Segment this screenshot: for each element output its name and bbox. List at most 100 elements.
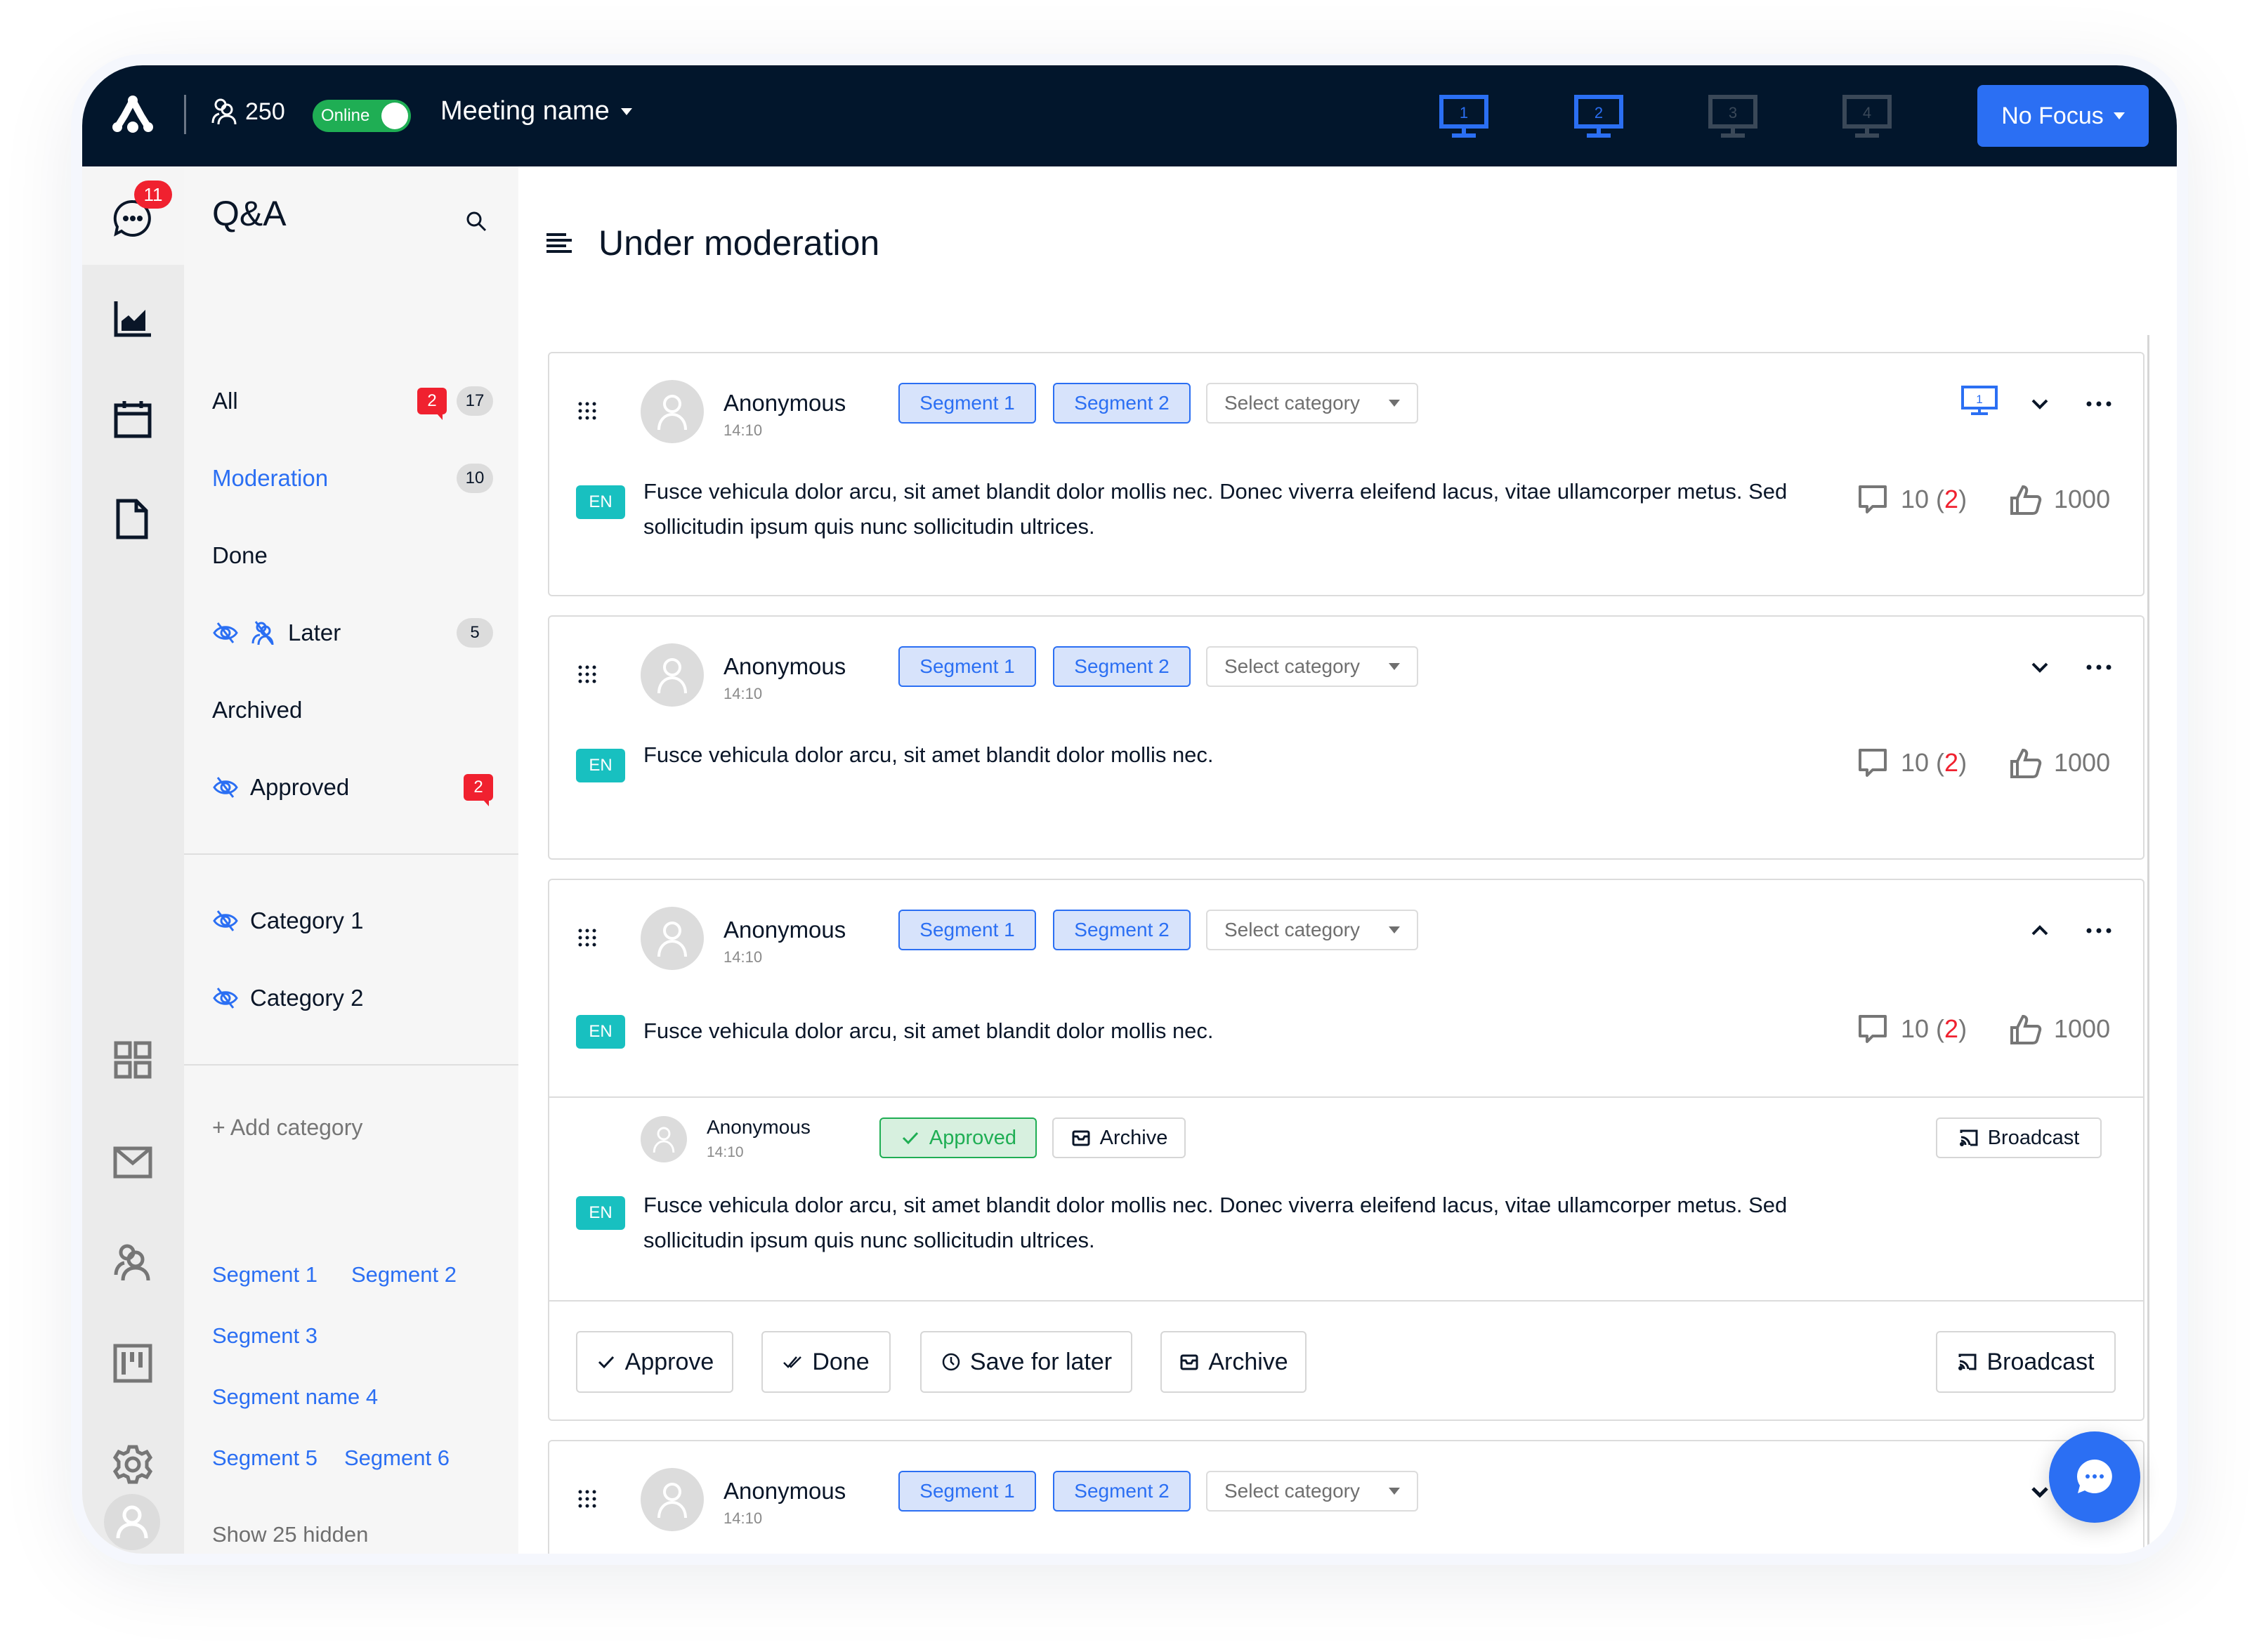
done-button[interactable]: Done <box>761 1331 891 1393</box>
category-select-placeholder: Select category <box>1224 1480 1360 1502</box>
nav-item-all[interactable]: All 2 17 <box>212 380 493 422</box>
nav-item-label: Moderation <box>212 465 329 491</box>
more-options-icon[interactable] <box>2082 650 2116 684</box>
show-hidden-link[interactable]: Show 25 hidden <box>212 1522 368 1547</box>
rail-calendar[interactable] <box>112 398 154 440</box>
archive-box-icon <box>1180 1354 1198 1370</box>
broadcast-button[interactable]: Broadcast <box>1936 1331 2116 1393</box>
list-menu-icon[interactable] <box>545 229 573 257</box>
segment-tag[interactable]: Segment 1 <box>898 383 1036 424</box>
chat-fab-button[interactable] <box>2049 1431 2140 1523</box>
rail-dashboard[interactable] <box>112 1039 154 1081</box>
segment-tag[interactable]: Segment 2 <box>1053 1471 1191 1512</box>
screen-4-button[interactable]: 4 <box>1842 95 1892 140</box>
question-card-expanded: Anonymous 14:10 Segment 1 Segment 2 Sele… <box>548 879 2145 1421</box>
caret-down-icon <box>1389 1488 1400 1495</box>
category-select[interactable]: Select category <box>1206 910 1418 950</box>
nav-item-approved[interactable]: Approved 2 <box>212 766 493 808</box>
likes-count[interactable]: 1000 <box>2009 746 2110 780</box>
category-item[interactable]: Category 1 <box>212 900 493 942</box>
drag-handle-icon[interactable] <box>576 400 598 422</box>
top-bar: 250 Online Meeting name 1 2 3 4 No Focus <box>82 65 2177 166</box>
app-window: 250 Online Meeting name 1 2 3 4 No Focus… <box>82 65 2177 1554</box>
screen-2-button[interactable]: 2 <box>1574 95 1623 140</box>
segment-tag[interactable]: Segment 1 <box>898 1471 1036 1512</box>
category-select[interactable]: Select category <box>1206 1471 1418 1512</box>
question-card: Anonymous 14:10 Segment 1 Segment 2 Sele… <box>548 352 2145 596</box>
screen-label: 4 <box>1863 104 1871 122</box>
category-select[interactable]: Select category <box>1206 383 1418 424</box>
rail-settings[interactable] <box>112 1443 154 1486</box>
likes-count[interactable]: 1000 <box>2009 483 2110 516</box>
on-screen-monitor-icon[interactable]: 1 <box>1961 386 1998 418</box>
user-icon <box>657 1483 687 1518</box>
chevron-down-icon[interactable] <box>2023 650 2057 684</box>
reply-text: Fusce vehicula dolor arcu, sit amet blan… <box>643 1193 1788 1252</box>
screen-1-button[interactable]: 1 <box>1439 95 1488 140</box>
online-toggle[interactable]: Online <box>313 100 411 132</box>
segment-tag[interactable]: Segment 2 <box>1053 383 1191 424</box>
segment-link[interactable]: Segment name 4 <box>212 1384 378 1410</box>
drag-handle-icon[interactable] <box>576 1488 598 1510</box>
category-select[interactable]: Select category <box>1206 646 1418 687</box>
rail-board[interactable] <box>112 1342 154 1384</box>
eye-off-icon[interactable] <box>212 986 239 1010</box>
segment-link[interactable]: Segment 6 <box>344 1446 450 1471</box>
alert-badge: 2 <box>464 774 493 806</box>
rail-analytics[interactable] <box>112 297 154 339</box>
eye-off-icon[interactable] <box>212 909 239 933</box>
caret-down-icon <box>1389 400 1400 407</box>
screen-3-button[interactable]: 3 <box>1708 95 1757 140</box>
chevron-up-icon[interactable] <box>2023 914 2057 948</box>
archive-label: Archive <box>1208 1348 1288 1375</box>
focus-dropdown[interactable]: No Focus <box>1977 85 2149 147</box>
search-icon[interactable] <box>465 210 487 232</box>
users-icon <box>211 98 237 125</box>
reply-archive-button[interactable]: Archive <box>1052 1117 1186 1158</box>
segment-tag[interactable]: Segment 2 <box>1053 910 1191 950</box>
app-logo-icon[interactable] <box>112 95 154 134</box>
more-options-icon[interactable] <box>2082 387 2116 421</box>
attendee-count[interactable]: 250 <box>211 98 285 126</box>
add-category-button[interactable]: + Add category <box>212 1115 362 1141</box>
approve-button[interactable]: Approve <box>576 1331 733 1393</box>
profile-avatar[interactable] <box>104 1494 160 1550</box>
alert-badge: 2 <box>417 388 447 420</box>
rail-users[interactable] <box>112 1241 154 1283</box>
category-label: Category 2 <box>250 985 364 1011</box>
category-item[interactable]: Category 2 <box>212 977 493 1019</box>
scrollbar-track[interactable] <box>2147 335 2149 1554</box>
reply-author-avatar <box>641 1116 687 1162</box>
reply-broadcast-button[interactable]: Broadcast <box>1936 1117 2102 1158</box>
chevron-down-icon[interactable] <box>2023 387 2057 421</box>
nav-item-moderation[interactable]: Moderation 10 <box>212 457 493 499</box>
drag-handle-icon[interactable] <box>576 926 598 949</box>
segment-link[interactable]: Segment 1 <box>212 1262 317 1287</box>
segment-tag[interactable]: Segment 1 <box>898 910 1036 950</box>
rail-mail[interactable] <box>112 1141 154 1184</box>
segment-link[interactable]: Segment 5 <box>212 1446 317 1471</box>
cast-icon <box>1959 1129 1978 1146</box>
segment-link[interactable]: Segment 3 <box>212 1323 317 1349</box>
comments-new: 2 <box>1944 1014 1959 1043</box>
segment-tag[interactable]: Segment 1 <box>898 646 1036 687</box>
approved-status-button[interactable]: Approved <box>879 1117 1037 1158</box>
segment-tag[interactable]: Segment 2 <box>1053 646 1191 687</box>
segment-link[interactable]: Segment 2 <box>351 1262 457 1287</box>
archive-button[interactable]: Archive <box>1160 1331 1307 1393</box>
likes-count[interactable]: 1000 <box>2009 1012 2110 1046</box>
nav-item-archived[interactable]: Archived <box>212 689 493 731</box>
more-options-icon[interactable] <box>2082 914 2116 948</box>
comments-new: 2 <box>1944 485 1959 513</box>
comments-count[interactable]: 10 (2) <box>1856 1012 1967 1046</box>
save-for-later-button[interactable]: Save for later <box>920 1331 1132 1393</box>
nav-item-label: All <box>212 388 238 414</box>
comments-count[interactable]: 10 (2) <box>1856 746 1967 780</box>
meeting-name-dropdown[interactable]: Meeting name <box>440 96 632 126</box>
rail-documents[interactable] <box>112 498 154 540</box>
nav-item-later[interactable]: Later 5 <box>212 612 493 654</box>
nav-item-done[interactable]: Done <box>212 535 493 577</box>
comments-count[interactable]: 10 (2) <box>1856 483 1967 516</box>
calendar-icon <box>114 401 152 438</box>
drag-handle-icon[interactable] <box>576 663 598 686</box>
